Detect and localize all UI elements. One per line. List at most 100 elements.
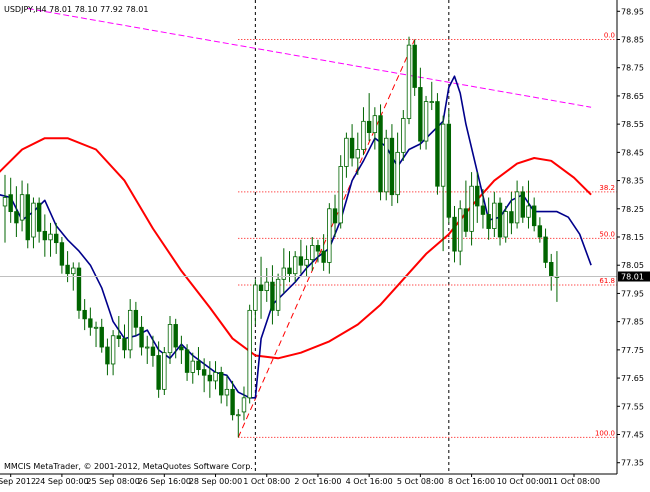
candle-body xyxy=(514,191,520,224)
candle-body xyxy=(14,211,19,224)
candle-body xyxy=(156,355,161,390)
candle-body xyxy=(395,151,400,196)
time-tick-label: 10 Oct 00:00 xyxy=(497,477,549,486)
time-tick-label: 26 Sep 16:00 xyxy=(138,477,191,486)
candle-body xyxy=(82,309,87,320)
candle-body xyxy=(281,267,287,280)
candle-body xyxy=(76,267,82,311)
price-tick-label: 78.85 xyxy=(621,36,644,45)
price-tick-label: 77.45 xyxy=(621,431,644,440)
candle-body xyxy=(389,137,395,196)
candle-body xyxy=(310,245,315,260)
candle-body xyxy=(435,101,440,187)
price-tick-label: 77.55 xyxy=(621,402,644,411)
candle-body xyxy=(349,137,355,159)
candle-body xyxy=(150,346,156,356)
candle-body xyxy=(219,372,224,396)
candle-body xyxy=(167,324,173,354)
candle xyxy=(162,347,167,395)
candle-body xyxy=(486,214,491,229)
candle-body xyxy=(292,256,298,275)
price-tick-label: 77.75 xyxy=(621,346,644,355)
candle-body xyxy=(549,261,554,277)
candle xyxy=(406,36,412,125)
candle-body xyxy=(65,264,70,275)
candle-body xyxy=(401,118,406,153)
time-tick-label: 28 Sep 00:00 xyxy=(189,477,242,486)
candle-body xyxy=(355,149,360,159)
chart-container: 0.0 38.2 50.0 61.8 100.0 78.01 78.95 78.85 78.… xyxy=(0,0,650,488)
candle-body xyxy=(42,230,48,241)
candle-body xyxy=(452,216,457,252)
time-tick-label: 1 Oct 08:00 xyxy=(243,477,290,486)
chart-title: USDJPY,H4 78.01 78.10 77.92 78.01 xyxy=(4,5,148,14)
watermark: MMCIS MetaTrader, © 2001-2012, MetaQuote… xyxy=(4,462,253,471)
fibonacci-level-label: 38.2 xyxy=(599,184,615,192)
price-tick-label: 78.45 xyxy=(621,148,644,157)
candle xyxy=(384,129,389,201)
price-tick-label: 78.55 xyxy=(621,120,644,129)
candle-body xyxy=(207,374,213,382)
candle-body xyxy=(446,123,452,218)
candle-body xyxy=(247,309,252,399)
candle-body xyxy=(423,101,429,142)
candle-body xyxy=(25,194,30,241)
candle xyxy=(247,304,252,404)
candle-body xyxy=(304,259,309,266)
fibonacci-level-label: 100.0 xyxy=(595,429,615,437)
candle-body xyxy=(469,185,474,232)
candle-body xyxy=(287,267,292,275)
candle-body xyxy=(173,324,178,348)
candle-body xyxy=(503,211,508,238)
candle-body xyxy=(36,202,42,232)
candle-body xyxy=(88,318,93,328)
candle-body xyxy=(378,115,383,193)
candle-body xyxy=(19,194,25,221)
candle-body xyxy=(298,256,304,266)
price-chart: 0.0 38.2 50.0 61.8 100.0 78.01 78.95 78.85 78.… xyxy=(0,0,650,488)
candle xyxy=(503,205,508,243)
candle-body xyxy=(230,388,235,416)
candle-body xyxy=(492,202,497,229)
candle-body xyxy=(264,281,269,292)
chart-background xyxy=(0,0,650,488)
candle xyxy=(338,155,343,229)
price-tick-label: 78.25 xyxy=(621,205,644,214)
price-tick-label: 78.15 xyxy=(621,233,644,242)
candle-body xyxy=(179,346,184,351)
price-tick-label: 78.65 xyxy=(621,92,644,101)
fibonacci-level-label: 50.0 xyxy=(599,230,615,238)
candle xyxy=(275,273,281,316)
candle-body xyxy=(253,284,258,311)
candle-body xyxy=(497,202,503,238)
candle xyxy=(76,262,82,319)
candle-body xyxy=(537,225,543,238)
price-tick-label: 77.35 xyxy=(621,459,644,468)
candle-body xyxy=(213,372,218,382)
time-tick-label: 11 Oct 08:00 xyxy=(548,477,600,486)
candle-body xyxy=(321,250,326,263)
time-tick-label: 8 Oct 16:00 xyxy=(448,477,495,486)
time-tick-label: 4 Oct 16:00 xyxy=(346,477,393,486)
candle-body xyxy=(429,101,434,103)
candle-body xyxy=(543,236,548,263)
candle-body xyxy=(315,245,321,252)
candle-body xyxy=(520,191,525,218)
candle xyxy=(435,93,440,195)
candle-body xyxy=(48,233,53,241)
candle-body xyxy=(338,166,343,224)
candle-body xyxy=(332,208,338,224)
candle-body xyxy=(224,388,230,396)
candle-body xyxy=(526,205,531,218)
fibonacci-level-label: 0.0 xyxy=(604,32,615,40)
candle-body xyxy=(258,284,264,292)
candle-body xyxy=(418,87,423,142)
candle xyxy=(520,186,525,223)
time-tick-label: 5 Oct 08:00 xyxy=(397,477,444,486)
candle-body xyxy=(406,44,412,119)
current-price-label: 78.01 xyxy=(621,273,644,282)
price-tick-label: 78.95 xyxy=(621,7,644,16)
candle-body xyxy=(8,194,13,213)
candle-body xyxy=(99,326,104,348)
candle-body xyxy=(116,335,121,339)
